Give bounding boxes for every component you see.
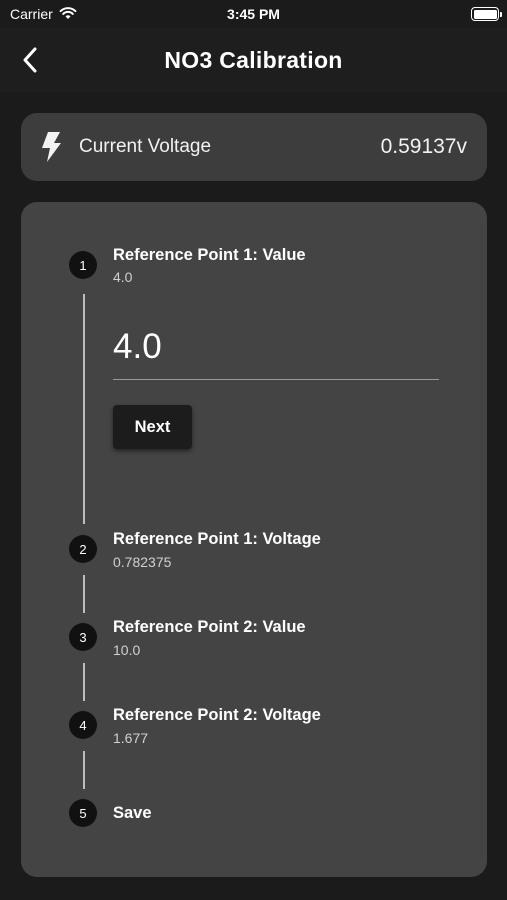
bolt-icon [39,131,67,163]
carrier-label: Carrier [10,6,53,22]
nav-bar: NO3 Calibration [0,28,507,92]
current-voltage-card: Current Voltage 0.59137v [21,113,487,181]
next-button[interactable]: Next [113,405,192,449]
step-connector [83,294,85,524]
chevron-left-icon [23,47,37,73]
voltage-value: 0.59137v [380,135,467,158]
step-1-value: 4.0 [113,269,133,285]
step-5-indicator[interactable]: 5 [69,799,97,827]
step-4-value: 1.677 [113,730,149,746]
step-3-value: 10.0 [113,642,141,658]
reference-value-input[interactable] [113,320,439,380]
battery-icon [471,7,502,21]
step-4-title[interactable]: Reference Point 2: Voltage [113,706,321,725]
step-connector [83,663,85,701]
wifi-icon [59,6,77,23]
calibration-stepper: 1 Reference Point 1: Value 4.0 Next 2 Re… [21,202,487,877]
step-1-indicator[interactable]: 1 [69,251,97,279]
step-2-title[interactable]: Reference Point 1: Voltage [113,530,321,549]
back-button[interactable] [14,42,46,78]
step-3-indicator[interactable]: 3 [69,623,97,651]
step-2-indicator[interactable]: 2 [69,535,97,563]
step-2-value: 0.782375 [113,554,172,570]
step-1-title[interactable]: Reference Point 1: Value [113,246,306,265]
step-4-indicator[interactable]: 4 [69,711,97,739]
step-connector [83,575,85,613]
step-5-title[interactable]: Save [113,804,152,823]
step-3-title[interactable]: Reference Point 2: Value [113,618,306,637]
status-left: Carrier [10,6,77,23]
voltage-label: Current Voltage [79,136,212,157]
status-bar: Carrier 3:45 PM [0,0,507,28]
step-connector [83,751,85,789]
page-title: NO3 Calibration [164,46,343,73]
